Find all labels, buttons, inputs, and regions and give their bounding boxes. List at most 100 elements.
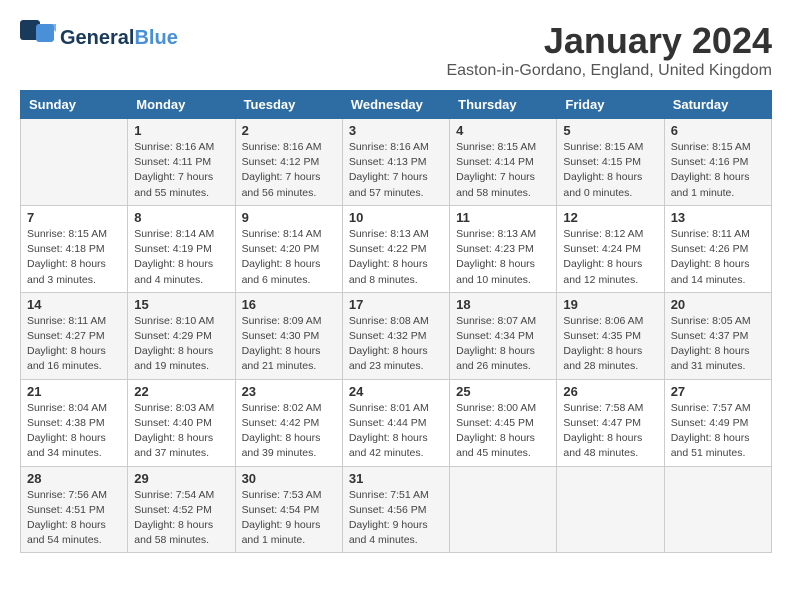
day-number: 2 — [242, 123, 336, 138]
day-info: Sunrise: 8:15 AMSunset: 4:16 PMDaylight:… — [671, 140, 765, 201]
day-info: Sunrise: 8:03 AMSunset: 4:40 PMDaylight:… — [134, 401, 228, 462]
header-cell-saturday: Saturday — [664, 91, 771, 119]
day-number: 14 — [27, 297, 121, 312]
day-info: Sunrise: 8:15 AMSunset: 4:14 PMDaylight:… — [456, 140, 550, 201]
day-cell: 15Sunrise: 8:10 AMSunset: 4:29 PMDayligh… — [128, 292, 235, 379]
week-row-5: 28Sunrise: 7:56 AMSunset: 4:51 PMDayligh… — [21, 466, 772, 553]
title-area: January 2024 Easton-in-Gordano, England,… — [446, 20, 772, 80]
day-number: 23 — [242, 384, 336, 399]
day-cell: 3 Sunrise: 8:16 AMSunset: 4:13 PMDaylight… — [342, 119, 449, 206]
day-cell: 5 Sunrise: 8:15 AMSunset: 4:15 PMDaylight… — [557, 119, 664, 206]
day-cell: 25 Sunrise: 8:00 AMSunset: 4:45 PMDayligh… — [450, 379, 557, 466]
day-cell — [21, 119, 128, 206]
day-cell: 12Sunrise: 8:12 AMSunset: 4:24 PMDayligh… — [557, 205, 664, 292]
header-cell-thursday: Thursday — [450, 91, 557, 119]
day-number: 20 — [671, 297, 765, 312]
day-number: 25 — [456, 384, 550, 399]
day-number: 12 — [563, 210, 657, 225]
header-cell-monday: Monday — [128, 91, 235, 119]
day-cell: 29 Sunrise: 7:54 AMSunset: 4:52 PMDayligh… — [128, 466, 235, 553]
day-info: Sunrise: 8:14 AMSunset: 4:19 PMDaylight:… — [134, 227, 228, 288]
day-info: Sunrise: 8:05 AMSunset: 4:37 PMDaylight:… — [671, 314, 765, 375]
page-header: GeneralBlue January 2024 Easton-in-Gorda… — [20, 20, 772, 80]
day-cell: 10 Sunrise: 8:13 AMSunset: 4:22 PMDayligh… — [342, 205, 449, 292]
day-cell: 21 Sunrise: 8:04 AMSunset: 4:38 PMDayligh… — [21, 379, 128, 466]
day-info: Sunrise: 8:15 AMSunset: 4:15 PMDaylight:… — [563, 140, 657, 201]
day-info: Sunrise: 8:09 AMSunset: 4:30 PMDaylight:… — [242, 314, 336, 375]
calendar-subtitle: Easton-in-Gordano, England, United Kingd… — [446, 62, 772, 80]
day-info: Sunrise: 8:11 AMSunset: 4:26 PMDaylight:… — [671, 227, 765, 288]
day-cell: 17 Sunrise: 8:08 AMSunset: 4:32 PMDayligh… — [342, 292, 449, 379]
day-info: Sunrise: 8:13 AMSunset: 4:23 PMDaylight:… — [456, 227, 550, 288]
day-number: 16 — [242, 297, 336, 312]
calendar-title: January 2024 — [446, 20, 772, 62]
day-cell — [664, 466, 771, 553]
day-number: 13 — [671, 210, 765, 225]
logo-text: GeneralBlue — [60, 27, 178, 49]
day-number: 27 — [671, 384, 765, 399]
day-number: 10 — [349, 210, 443, 225]
calendar-table: SundayMondayTuesdayWednesdayThursdayFrid… — [20, 90, 772, 553]
day-cell: 30Sunrise: 7:53 AMSunset: 4:54 PMDayligh… — [235, 466, 342, 553]
day-number: 19 — [563, 297, 657, 312]
day-cell: 6 Sunrise: 8:15 AMSunset: 4:16 PMDaylight… — [664, 119, 771, 206]
day-cell: 27Sunrise: 7:57 AMSunset: 4:49 PMDayligh… — [664, 379, 771, 466]
day-cell: 28Sunrise: 7:56 AMSunset: 4:51 PMDayligh… — [21, 466, 128, 553]
day-info: Sunrise: 7:51 AMSunset: 4:56 PMDaylight:… — [349, 488, 443, 549]
week-row-1: 1 Sunrise: 8:16 AMSunset: 4:11 PMDaylight… — [21, 119, 772, 206]
day-number: 7 — [27, 210, 121, 225]
day-info: Sunrise: 7:54 AMSunset: 4:52 PMDaylight:… — [134, 488, 228, 549]
day-cell: 22 Sunrise: 8:03 AMSunset: 4:40 PMDayligh… — [128, 379, 235, 466]
day-info: Sunrise: 8:07 AMSunset: 4:34 PMDaylight:… — [456, 314, 550, 375]
day-info: Sunrise: 8:15 AMSunset: 4:18 PMDaylight:… — [27, 227, 121, 288]
day-number: 8 — [134, 210, 228, 225]
day-info: Sunrise: 8:16 AMSunset: 4:11 PMDaylight:… — [134, 140, 228, 201]
day-cell: 1 Sunrise: 8:16 AMSunset: 4:11 PMDaylight… — [128, 119, 235, 206]
day-number: 3 — [349, 123, 443, 138]
day-cell — [450, 466, 557, 553]
day-number: 4 — [456, 123, 550, 138]
day-cell: 14 Sunrise: 8:11 AMSunset: 4:27 PMDayligh… — [21, 292, 128, 379]
day-number: 28 — [27, 471, 121, 486]
day-info: Sunrise: 8:16 AMSunset: 4:12 PMDaylight:… — [242, 140, 336, 201]
day-number: 21 — [27, 384, 121, 399]
day-number: 30 — [242, 471, 336, 486]
day-info: Sunrise: 8:16 AMSunset: 4:13 PMDaylight:… — [349, 140, 443, 201]
day-cell: 8 Sunrise: 8:14 AMSunset: 4:19 PMDaylight… — [128, 205, 235, 292]
day-info: Sunrise: 8:04 AMSunset: 4:38 PMDaylight:… — [27, 401, 121, 462]
day-number: 24 — [349, 384, 443, 399]
day-cell: 24Sunrise: 8:01 AMSunset: 4:44 PMDayligh… — [342, 379, 449, 466]
logo: GeneralBlue — [20, 20, 178, 56]
header-cell-tuesday: Tuesday — [235, 91, 342, 119]
day-cell: 31Sunrise: 7:51 AMSunset: 4:56 PMDayligh… — [342, 466, 449, 553]
day-info: Sunrise: 8:08 AMSunset: 4:32 PMDaylight:… — [349, 314, 443, 375]
header-cell-wednesday: Wednesday — [342, 91, 449, 119]
day-number: 18 — [456, 297, 550, 312]
day-cell: 11Sunrise: 8:13 AMSunset: 4:23 PMDayligh… — [450, 205, 557, 292]
day-cell: 9 Sunrise: 8:14 AMSunset: 4:20 PMDaylight… — [235, 205, 342, 292]
day-info: Sunrise: 7:58 AMSunset: 4:47 PMDaylight:… — [563, 401, 657, 462]
day-cell: 18 Sunrise: 8:07 AMSunset: 4:34 PMDayligh… — [450, 292, 557, 379]
day-number: 22 — [134, 384, 228, 399]
day-number: 29 — [134, 471, 228, 486]
day-info: Sunrise: 8:14 AMSunset: 4:20 PMDaylight:… — [242, 227, 336, 288]
day-number: 9 — [242, 210, 336, 225]
day-cell: 23 Sunrise: 8:02 AMSunset: 4:42 PMDayligh… — [235, 379, 342, 466]
day-info: Sunrise: 8:11 AMSunset: 4:27 PMDaylight:… — [27, 314, 121, 375]
day-number: 6 — [671, 123, 765, 138]
day-number: 26 — [563, 384, 657, 399]
header-row: SundayMondayTuesdayWednesdayThursdayFrid… — [21, 91, 772, 119]
header-cell-sunday: Sunday — [21, 91, 128, 119]
day-number: 1 — [134, 123, 228, 138]
day-info: Sunrise: 8:13 AMSunset: 4:22 PMDaylight:… — [349, 227, 443, 288]
header-cell-friday: Friday — [557, 91, 664, 119]
day-info: Sunrise: 8:00 AMSunset: 4:45 PMDaylight:… — [456, 401, 550, 462]
day-cell — [557, 466, 664, 553]
day-cell: 16 Sunrise: 8:09 AMSunset: 4:30 PMDayligh… — [235, 292, 342, 379]
day-cell: 4 Sunrise: 8:15 AMSunset: 4:14 PMDaylight… — [450, 119, 557, 206]
day-info: Sunrise: 8:02 AMSunset: 4:42 PMDaylight:… — [242, 401, 336, 462]
day-number: 17 — [349, 297, 443, 312]
day-cell: 19Sunrise: 8:06 AMSunset: 4:35 PMDayligh… — [557, 292, 664, 379]
day-number: 5 — [563, 123, 657, 138]
day-cell: 7 Sunrise: 8:15 AMSunset: 4:18 PMDaylight… — [21, 205, 128, 292]
